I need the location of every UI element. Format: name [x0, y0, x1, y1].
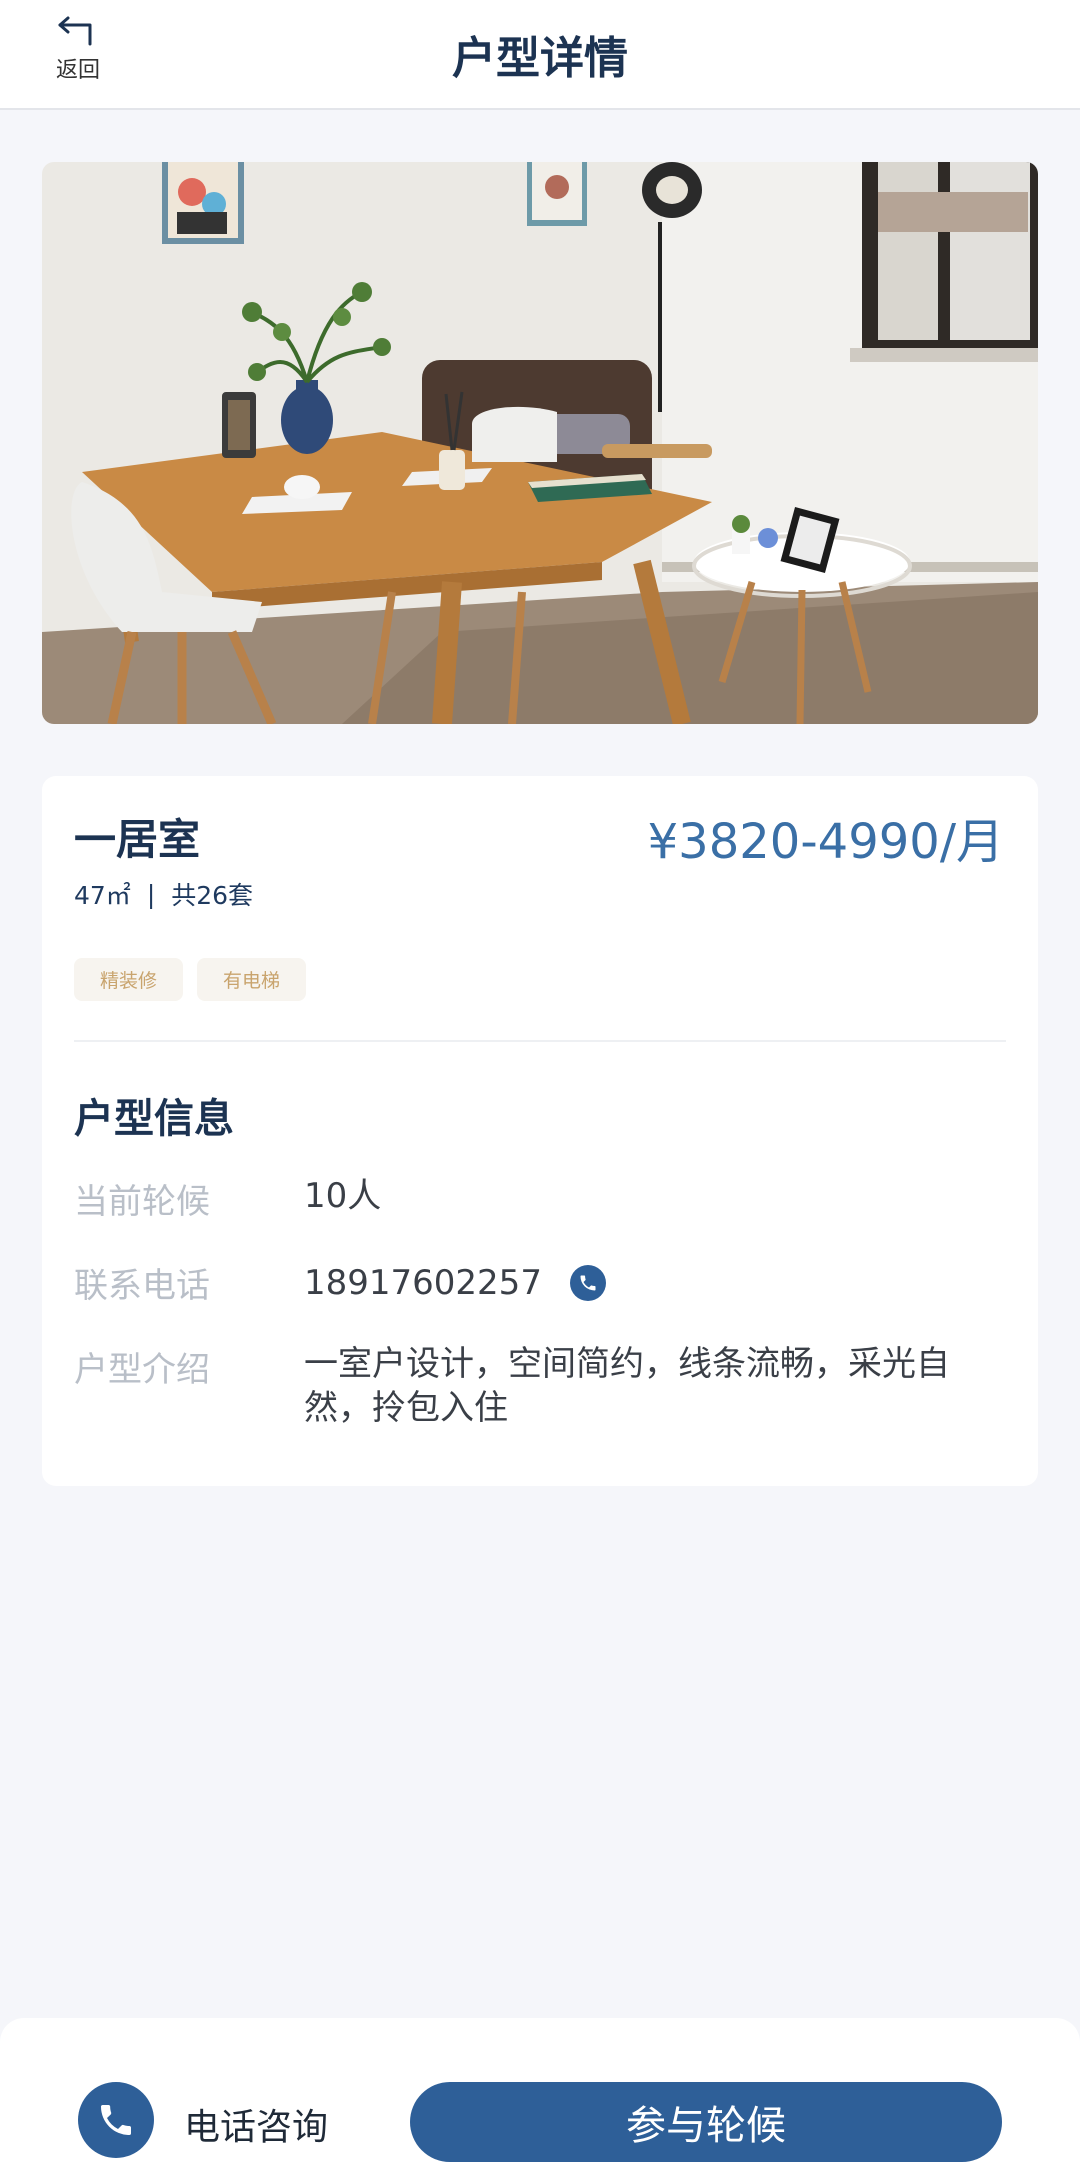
- unit-area: 47㎡: [74, 881, 131, 910]
- bottom-action-bar: 电话咨询 参与轮候: [0, 2018, 1080, 2173]
- waiting-count: 10人: [304, 1176, 382, 1216]
- tag-renovated: 精装修: [74, 958, 184, 1001]
- phone-icon[interactable]: [569, 1264, 606, 1301]
- unit-meta: 47㎡ | 共26套: [74, 876, 253, 912]
- page-title: 户型详情: [452, 33, 628, 84]
- unit-price: ¥3820-4990/月: [647, 814, 1004, 870]
- unit-count: 共26套: [171, 881, 254, 910]
- phone-consult-button[interactable]: 电话咨询: [184, 2098, 328, 2150]
- info-label: 户型介绍: [74, 1350, 210, 1390]
- tag-elevator: 有电梯: [197, 958, 307, 1001]
- phone-number[interactable]: 18917602257: [304, 1261, 542, 1305]
- divider: [74, 1040, 1006, 1042]
- section-title: 户型信息: [74, 1096, 234, 1142]
- info-row-intro: 户型介绍 一室户设计，空间简约，线条流畅，采光自然，拎包入住: [74, 1342, 998, 1430]
- info-label: 当前轮候: [74, 1182, 210, 1222]
- phone-call-icon[interactable]: [78, 2082, 154, 2158]
- room-photo: [42, 162, 1038, 724]
- top-navigation-bar: 返回 户型详情: [0, 0, 1080, 110]
- info-label: 联系电话: [74, 1266, 210, 1306]
- feature-tags: 精装修 有电梯: [74, 958, 307, 1001]
- unit-intro: 一室户设计，空间简约，线条流畅，采光自然，拎包入住: [304, 1344, 950, 1428]
- unit-info-card: 一居室 ¥3820-4990/月 47㎡ | 共26套 精装修 有电梯 户型信息…: [42, 776, 1038, 1486]
- join-queue-button[interactable]: 参与轮候: [410, 2082, 1002, 2162]
- info-row-waiting: 当前轮候 10人: [74, 1174, 998, 1223]
- unit-name: 一居室: [74, 815, 201, 864]
- phone-value[interactable]: 18917602257: [304, 1258, 998, 1307]
- info-row-phone: 联系电话 18917602257: [74, 1258, 998, 1307]
- meta-separator: |: [146, 879, 156, 909]
